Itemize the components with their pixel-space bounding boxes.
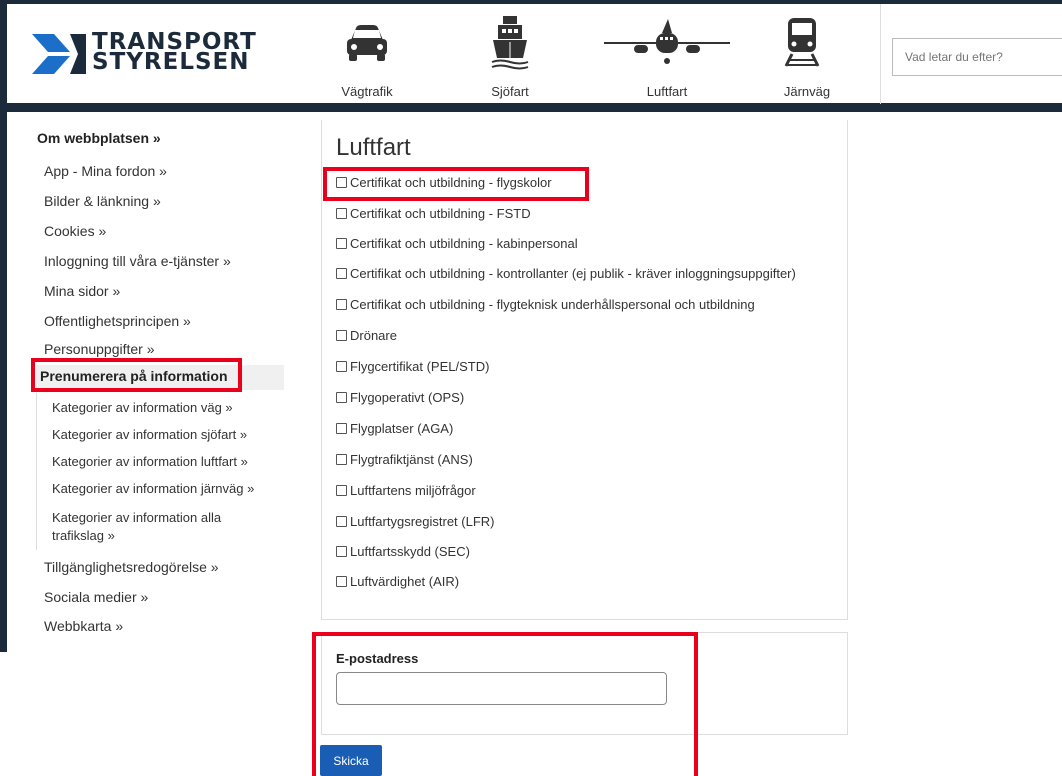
checkbox[interactable]: [336, 423, 347, 434]
sidebar-item-offentlighet[interactable]: Offentlighetsprincipen »: [44, 313, 191, 329]
checkbox-label: Certifikat och utbildning - kontrollante…: [350, 266, 796, 281]
sidebar-item-cookies[interactable]: Cookies »: [44, 223, 106, 239]
checkbox-label: Luftfartsskydd (SEC): [350, 544, 470, 559]
sidebar-sub-alla-line1[interactable]: Kategorier av information alla: [52, 510, 221, 525]
checkbox-row[interactable]: Flygplatser (AGA): [336, 421, 453, 436]
header-edge: [0, 4, 7, 104]
checkbox-row[interactable]: Certifikat och utbildning - FSTD: [336, 206, 531, 221]
sidebar-item-bilder[interactable]: Bilder & länkning »: [44, 193, 161, 209]
checkbox[interactable]: [336, 454, 347, 465]
train-icon: [747, 14, 857, 70]
checkbox[interactable]: [336, 516, 347, 527]
sidebar-edge: [0, 112, 7, 652]
sidebar-item-mina-sidor[interactable]: Mina sidor »: [44, 283, 120, 299]
nav-sjofart[interactable]: Sjöfart: [455, 14, 565, 99]
checkbox[interactable]: [336, 330, 347, 341]
checkbox-label: Drönare: [350, 328, 397, 343]
sidebar-item-prenumerera[interactable]: Prenumerera på information: [40, 368, 228, 384]
header-divider: [880, 4, 881, 104]
checkbox-row[interactable]: Flygcertifikat (PEL/STD): [336, 359, 489, 374]
checkbox-label: Flygoperativt (OPS): [350, 390, 465, 405]
checkbox-label: Certifikat och utbildning - flygskolor: [350, 175, 552, 190]
car-icon: [312, 14, 422, 70]
checkbox-label: Certifikat och utbildning - flygteknisk …: [350, 297, 755, 312]
checkbox-row[interactable]: Certifikat och utbildning - flygteknisk …: [336, 297, 755, 312]
checkbox[interactable]: [336, 485, 347, 496]
checkbox-label: Luftvärdighet (AIR): [350, 574, 460, 589]
page-title: Luftfart: [336, 134, 411, 161]
checkbox-label: Flygplatser (AGA): [350, 421, 454, 436]
checkbox-row[interactable]: Flygoperativt (OPS): [336, 390, 464, 405]
search-input[interactable]: [892, 38, 1062, 76]
checkbox-row[interactable]: Luftfartsskydd (SEC): [336, 544, 470, 559]
checkbox-label: Certifikat och utbildning - FSTD: [350, 206, 531, 221]
sidebar-sub-jarnvag[interactable]: Kategorier av information järnväg »: [52, 481, 254, 496]
ship-icon: [455, 14, 565, 70]
nav-vagtrafik-label: Vägtrafik: [341, 84, 393, 99]
nav-jarnvag-label: Järnväg: [783, 84, 831, 99]
sidebar-item-inloggning[interactable]: Inloggning till våra e-tjänster »: [44, 253, 231, 269]
logo-line-2: STYRELSEN: [92, 49, 250, 75]
airplane-icon: [592, 14, 742, 70]
checkbox[interactable]: [336, 576, 347, 587]
checkbox[interactable]: [336, 299, 347, 310]
checkbox[interactable]: [336, 238, 347, 249]
checkbox-row[interactable]: Drönare: [336, 328, 397, 343]
sidebar-sub-luftfart[interactable]: Kategorier av information luftfart »: [52, 454, 248, 469]
checkbox[interactable]: [336, 361, 347, 372]
checkbox[interactable]: [336, 546, 347, 557]
submit-button[interactable]: Skicka: [320, 745, 382, 776]
checkbox-row[interactable]: Luftfartygsregistret (LFR): [336, 514, 495, 529]
sidebar-item-om-webbplatsen[interactable]: Om webbplatsen »: [37, 130, 161, 146]
nav-vagtrafik[interactable]: Vägtrafik: [312, 14, 422, 99]
sidebar-item-tillganglighet[interactable]: Tillgänglighetsredogörelse »: [44, 559, 219, 575]
checkbox-row[interactable]: Certifikat och utbildning - kontrollante…: [336, 266, 796, 281]
nav-luftfart[interactable]: Luftfart: [592, 14, 742, 99]
checkbox[interactable]: [336, 392, 347, 403]
logo-text: TRANSPORT STYRELSEN: [92, 31, 257, 75]
logo-mark-icon: [32, 34, 86, 74]
email-field[interactable]: [336, 672, 667, 705]
nav-sjofart-label: Sjöfart: [491, 84, 529, 99]
email-label: E-postadress: [336, 651, 419, 666]
checkbox-row[interactable]: Luftvärdighet (AIR): [336, 574, 459, 589]
checkbox-label: Luftfartens miljöfrågor: [350, 483, 476, 498]
sidebar-item-sociala-medier[interactable]: Sociala medier »: [44, 589, 148, 605]
checkbox-label: Luftfartygsregistret (LFR): [350, 514, 495, 529]
sidebar-item-webbkarta[interactable]: Webbkarta »: [44, 618, 123, 634]
site-logo[interactable]: TRANSPORT STYRELSEN: [32, 30, 256, 80]
sidebar-sub-alla-line2[interactable]: trafikslag »: [52, 528, 115, 543]
checkbox[interactable]: [336, 268, 347, 279]
checkbox-row[interactable]: Certifikat och utbildning - flygskolor: [336, 175, 552, 190]
header-bottom-bar: [0, 103, 1062, 112]
nav-jarnvag[interactable]: Järnväg: [747, 14, 857, 99]
checkbox[interactable]: [336, 177, 347, 188]
checkbox-label: Flygtrafiktjänst (ANS): [350, 452, 473, 467]
checkbox-label: Flygcertifikat (PEL/STD): [350, 359, 490, 374]
nav-luftfart-label: Luftfart: [646, 84, 688, 99]
sidebar-sub-vag[interactable]: Kategorier av information väg »: [52, 400, 233, 415]
checkbox-row[interactable]: Luftfartens miljöfrågor: [336, 483, 476, 498]
sidebar-item-personuppgifter[interactable]: Personuppgifter »: [44, 341, 155, 357]
checkbox[interactable]: [336, 208, 347, 219]
sidebar-item-app[interactable]: App - Mina fordon »: [44, 163, 167, 179]
sidebar-sub-sjofart[interactable]: Kategorier av information sjöfart »: [52, 427, 247, 442]
sidebar-sub-divider: [36, 393, 37, 550]
checkbox-row[interactable]: Flygtrafiktjänst (ANS): [336, 452, 473, 467]
checkbox-row[interactable]: Certifikat och utbildning - kabinpersona…: [336, 236, 578, 251]
checkbox-label: Certifikat och utbildning - kabinpersona…: [350, 236, 578, 251]
